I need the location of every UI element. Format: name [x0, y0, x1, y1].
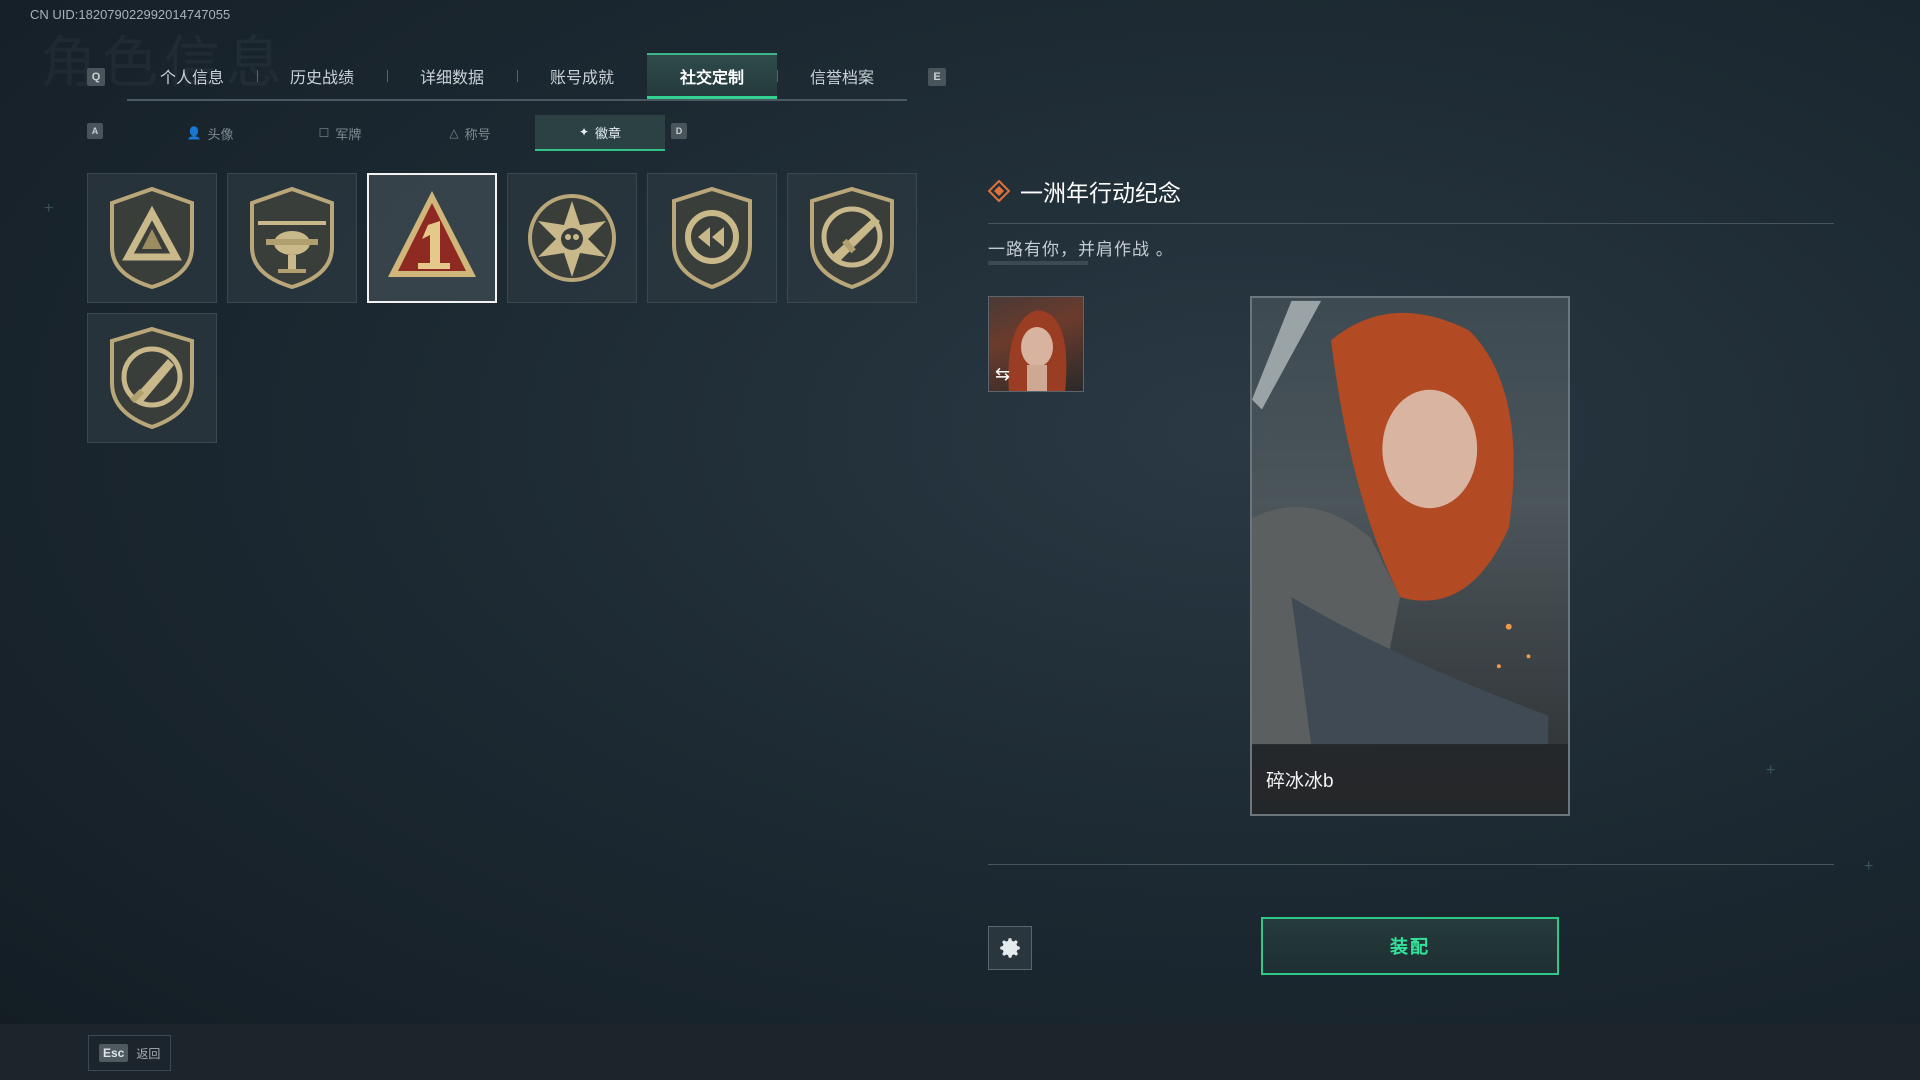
subtab-avatar-label: 头像 [207, 126, 234, 142]
character-card: 碎冰冰b [1250, 296, 1570, 816]
description-underline [988, 261, 1088, 265]
badge-title-row: 一洲年行动纪念 [988, 174, 1181, 208]
card-player-name: 碎冰冰b [1266, 770, 1334, 792]
badge-cell[interactable] [507, 173, 637, 303]
divider [988, 223, 1834, 224]
tab-next-key[interactable]: E [928, 68, 946, 86]
badge-cell[interactable] [87, 313, 217, 443]
back-button[interactable]: Esc 返回 [88, 1035, 171, 1071]
badge-cell-selected[interactable] [367, 173, 497, 303]
title-icon: △ [449, 126, 459, 140]
subtab-prev-key[interactable]: A [87, 123, 103, 139]
subtab-title[interactable]: △ 称号 [405, 115, 535, 151]
tab-detailed-data[interactable]: 详细数据 [387, 53, 517, 99]
back-label: 返回 [136, 1046, 161, 1061]
crosshair-deco-icon: + [1864, 858, 1874, 875]
one-year-badge-icon [388, 191, 476, 277]
badge-grid [87, 173, 919, 443]
tab-reputation[interactable]: 信誉档案 [777, 53, 907, 99]
avatar-thumbnail[interactable]: ⇆ [988, 296, 1084, 392]
bottom-bar [0, 1024, 1920, 1080]
subtab-badge-label: 徽章 [595, 125, 622, 141]
divider [988, 864, 1834, 865]
equip-button[interactable]: 装配 [1261, 917, 1559, 975]
badge-title: 一洲年行动纪念 [1020, 180, 1181, 206]
subtab-title-label: 称号 [464, 126, 491, 142]
subtab-avatar[interactable]: 👤 头像 [145, 115, 275, 151]
triangle-badge-icon [110, 186, 194, 290]
sub-tab-bar: 👤 头像 ☐ 军牌 △ 称号 ✦ 徽章 [145, 115, 665, 151]
subtab-dogtag-label: 军牌 [335, 126, 362, 142]
tab-achievements[interactable]: 账号成就 [517, 53, 647, 99]
esc-key-icon: Esc [99, 1044, 129, 1062]
badge-cell[interactable] [647, 173, 777, 303]
uid-label: CN UID:1820790229920147470​55 [30, 7, 231, 22]
tab-prev-key[interactable]: Q [87, 68, 105, 86]
tab-match-history[interactable]: 历史战绩 [257, 53, 387, 99]
swap-icon: ⇆ [995, 364, 1011, 384]
badge-cell[interactable] [227, 173, 357, 303]
badge-icon: ✦ [578, 125, 590, 139]
gear-icon [1000, 938, 1020, 958]
crosshair-deco-icon: + [1766, 762, 1776, 779]
star-skull-badge-icon [528, 194, 616, 282]
tab-social-custom[interactable]: 社交定制 [647, 53, 777, 99]
rifle-badge-icon [810, 186, 894, 290]
subtab-badge[interactable]: ✦ 徽章 [535, 115, 665, 151]
subtab-next-key[interactable]: D [671, 123, 687, 139]
tab-personal-info[interactable]: 个人信息 [127, 53, 257, 99]
card-name-bar: 碎冰冰b [1252, 744, 1568, 814]
person-icon: 👤 [186, 126, 202, 140]
dogtag-icon: ☐ [318, 126, 330, 140]
badge-cell[interactable] [87, 173, 217, 303]
helicopter-badge-icon [250, 186, 334, 290]
crosshair-deco-icon: + [44, 200, 54, 217]
badge-description: 一路有你，并肩作战 。 [988, 240, 1174, 259]
shield-rewind-badge-icon [672, 186, 752, 290]
settings-button[interactable] [988, 926, 1032, 970]
diamond-icon [988, 180, 1010, 202]
equip-button-label: 装配 [1390, 937, 1430, 957]
knife-badge-icon [110, 326, 194, 430]
character-portrait-image [1252, 300, 1549, 746]
badge-cell[interactable] [787, 173, 917, 303]
subtab-dogtag[interactable]: ☐ 军牌 [275, 115, 405, 151]
top-tab-bar: 个人信息 历史战绩 详细数据 账号成就 社交定制 信誉档案 [127, 53, 907, 101]
